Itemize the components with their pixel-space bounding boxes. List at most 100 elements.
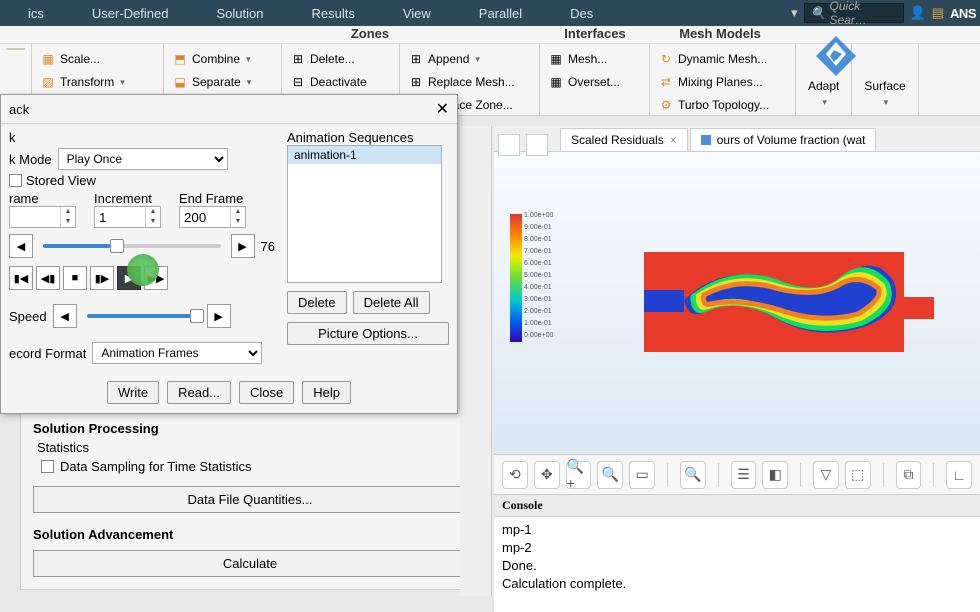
turbo-topology-button[interactable]: ⚙Turbo Topology... — [656, 94, 789, 116]
menu-item[interactable]: Des — [546, 6, 617, 21]
mesh-models-group-title: Mesh Models — [650, 26, 790, 42]
dropdown-arrow-icon[interactable]: ▾ — [791, 5, 798, 21]
console-output[interactable]: mp-1 mp-2 Done. Calculation complete. — [494, 517, 980, 597]
prev-frame-button[interactable]: ◀▮ — [36, 266, 60, 290]
delete-all-button[interactable]: Delete All — [353, 291, 430, 314]
solution-advancement-title: Solution Advancement — [33, 527, 467, 542]
calculate-button[interactable]: Calculate — [33, 550, 467, 577]
use-stored-view-checkbox[interactable]: Stored View — [9, 173, 96, 188]
picture-options-button[interactable]: Picture Options... — [287, 322, 449, 345]
overset-button[interactable]: ▦Overset... — [546, 71, 643, 93]
speed-up-button[interactable]: ▶ — [207, 304, 231, 328]
combine-button[interactable]: ⬒Combine▾ — [170, 48, 275, 70]
layers-icon[interactable]: ◧ — [762, 461, 788, 489]
turbo-icon: ⚙ — [658, 97, 674, 113]
fit-icon[interactable]: 🔍 — [680, 461, 706, 489]
playback-sub-label: k — [9, 130, 275, 145]
menu-item[interactable]: User-Defined — [68, 6, 193, 21]
mixing-planes-icon: ⇄ — [658, 74, 674, 90]
dynamic-mesh-button[interactable]: ↻Dynamic Mesh... — [656, 48, 789, 70]
delete-button[interactable]: ⊞Delete... — [288, 48, 393, 70]
main-menu-bar: ics User-Defined Solution Results View P… — [0, 0, 980, 26]
filter-icon[interactable]: ▽ — [813, 461, 839, 489]
record-format-label: ecord Format — [9, 346, 86, 361]
data-file-quantities-button[interactable]: Data File Quantities... — [33, 486, 467, 513]
layout-icon[interactable]: ▤ — [932, 5, 944, 21]
read-button[interactable]: Read... — [167, 381, 231, 404]
surface-button[interactable]: Surface▾ — [852, 44, 918, 115]
menu-item[interactable]: Results — [287, 6, 378, 21]
delete-button[interactable]: Delete — [287, 291, 347, 314]
combine-icon: ⬒ — [172, 51, 188, 67]
tab-close-icon[interactable]: × — [670, 133, 677, 147]
solution-processing-title: Solution Processing — [33, 421, 467, 436]
scale-button[interactable]: ▦Scale... — [38, 48, 157, 70]
transform-icon: ▨ — [40, 74, 56, 90]
panel-splitter[interactable] — [460, 126, 492, 596]
quick-search-input[interactable]: 🔍 Quick Sear… — [804, 3, 904, 23]
play-mode-select[interactable]: Play Once — [58, 148, 228, 170]
data-sampling-checkbox[interactable]: Data Sampling for Time Statistics — [41, 459, 467, 474]
separate-button[interactable]: ⬓Separate▾ — [170, 71, 275, 93]
interfaces-group-title: Interfaces — [540, 26, 650, 42]
increment-spinner[interactable]: ▲▼ — [94, 206, 161, 228]
end-frame-label: End Frame — [179, 191, 246, 206]
close-button[interactable]: Close — [239, 381, 294, 404]
new-window-icon[interactable] — [498, 134, 520, 156]
zoom-in-icon[interactable]: 🔍+ — [566, 461, 592, 489]
tab-scaled-residuals[interactable]: Scaled Residuals× — [560, 128, 688, 151]
frame-spinner[interactable]: ▲▼ — [9, 206, 76, 228]
menu-item[interactable]: View — [379, 6, 455, 21]
zoom-out-icon[interactable]: 🔍 — [597, 461, 623, 489]
animation-list-item[interactable]: animation-1 — [288, 146, 441, 164]
menu-item[interactable]: Parallel — [455, 6, 546, 21]
arrange-icon[interactable]: ☰ — [731, 461, 757, 489]
mixing-planes-button[interactable]: ⇄Mixing Planes... — [656, 71, 789, 93]
reset-view-icon[interactable]: ⟲ — [502, 461, 528, 489]
axis-icon[interactable]: ∟ — [946, 461, 972, 489]
data-sampling-label: Data Sampling for Time Statistics — [60, 459, 251, 474]
cube-icon[interactable]: ⬚ — [845, 461, 871, 489]
dialog-title: ack — [9, 102, 29, 117]
animation-sequences-label: Animation Sequences — [287, 130, 449, 145]
overset-icon: ▦ — [548, 74, 564, 90]
write-button[interactable]: Write — [107, 381, 159, 404]
console-title: Console — [494, 495, 980, 517]
close-icon[interactable]: ✕ — [436, 99, 449, 119]
graphics-canvas[interactable]: 1.00e+00 9.00e-01 8.00e-01 7.00e-01 6.00… — [494, 152, 980, 454]
record-format-select[interactable]: Animation Frames — [92, 342, 262, 364]
menu-item[interactable]: ics — [4, 6, 68, 21]
stored-view-label: Stored View — [26, 173, 96, 188]
color-legend-bar — [510, 214, 522, 342]
skip-start-button[interactable]: ▮◀ — [9, 266, 33, 290]
mesh-icon: ▦ — [548, 51, 564, 67]
replace-mesh-button[interactable]: ⊞Replace Mesh... — [406, 71, 533, 93]
transform-button[interactable]: ▨Transform▾ — [38, 71, 157, 93]
info-icon[interactable] — [6, 48, 25, 50]
zoom-box-icon[interactable]: ▭ — [629, 461, 655, 489]
kite-watermark-icon — [812, 32, 860, 80]
pan-icon[interactable]: ✥ — [534, 461, 560, 489]
help-button[interactable]: Help — [302, 381, 351, 404]
stop-button[interactable]: ■ — [63, 266, 87, 290]
frame-back-button[interactable]: ◀ — [9, 234, 33, 258]
copy-icon[interactable]: ⧉ — [896, 461, 922, 489]
speed-down-button[interactable]: ◀ — [53, 304, 77, 328]
end-frame-spinner[interactable]: ▲▼ — [179, 206, 246, 228]
dynamic-mesh-icon: ↻ — [658, 51, 674, 67]
frame-slider[interactable] — [43, 244, 221, 248]
animation-sequence-list[interactable]: animation-1 — [287, 145, 442, 283]
append-button[interactable]: ⊞Append▾ — [406, 48, 533, 70]
tab-volume-fraction[interactable]: ours of Volume fraction (wat — [690, 128, 877, 151]
mesh-interfaces-button[interactable]: ▦Mesh... — [546, 48, 643, 70]
user-icon[interactable]: 👤 — [910, 5, 926, 21]
speed-slider[interactable] — [87, 314, 197, 318]
next-frame-button[interactable]: ▮▶ — [90, 266, 114, 290]
frame-forward-button[interactable]: ▶ — [231, 234, 255, 258]
deactivate-button[interactable]: ⊟Deactivate — [288, 71, 393, 93]
graphics-tabs: Scaled Residuals× ours of Volume fractio… — [494, 126, 980, 152]
frame-label: rame — [9, 191, 76, 206]
menu-item[interactable]: Solution — [192, 6, 287, 21]
copy-window-icon[interactable] — [526, 134, 548, 156]
zones-group-title: Zones — [280, 26, 460, 42]
